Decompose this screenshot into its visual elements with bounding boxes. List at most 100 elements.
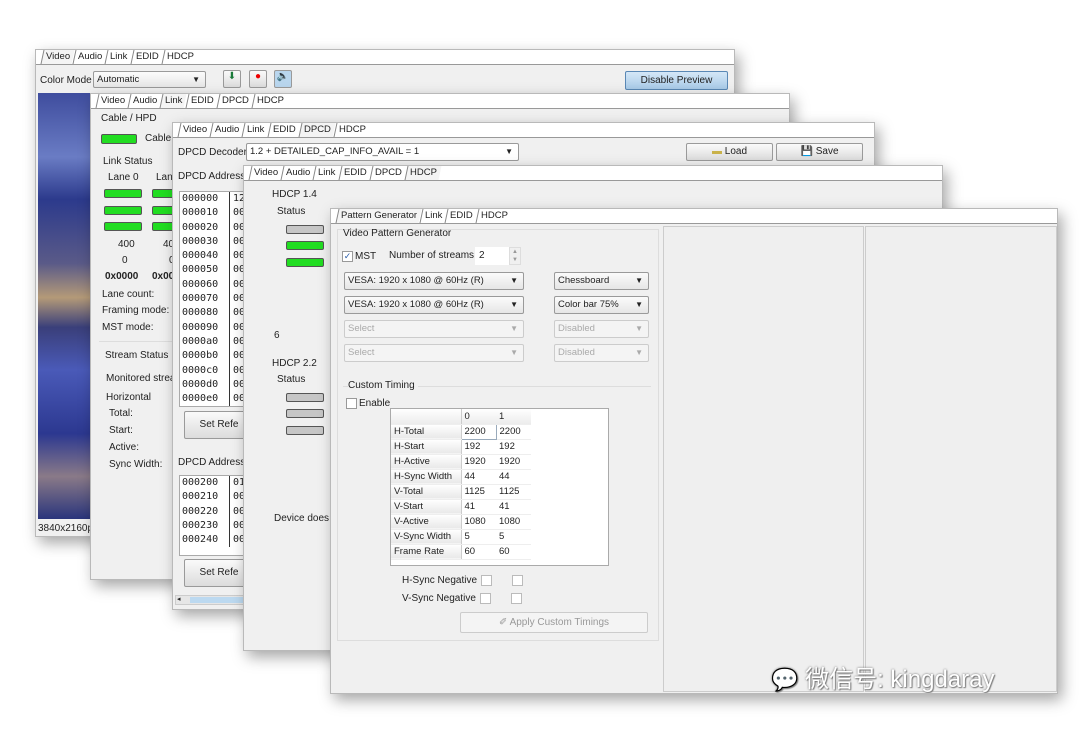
timing-cell[interactable]: 41 [461, 499, 496, 515]
disable-preview-button[interactable]: Disable Preview [625, 71, 728, 90]
num-streams-label: Number of streams [389, 250, 475, 261]
hex-address: 000020 [180, 220, 230, 235]
tab-edid[interactable]: EDID [185, 94, 219, 108]
timing-cell[interactable]: 1920 [496, 454, 531, 470]
tab-edid[interactable]: EDID [130, 50, 164, 64]
tab-pattern-generator[interactable]: Pattern Generator [335, 209, 422, 223]
tab-link[interactable]: Link [159, 94, 188, 108]
tab-dpcd[interactable]: DPCD [216, 94, 254, 108]
vsync-negative-checkbox-1[interactable] [511, 593, 522, 604]
tab-bar: Video Audio Link EDID DPCD HDCP [173, 123, 874, 138]
tab-audio[interactable]: Audio [127, 94, 162, 108]
pattern-select-2[interactable]: Color bar 75% ▼ [554, 296, 649, 314]
timing-cell[interactable]: 44 [461, 469, 496, 485]
timing-select-2[interactable]: VESA: 1920 x 1080 @ 60Hz (R) ▼ [344, 296, 524, 314]
hsync-negative-checkbox-0[interactable] [481, 575, 492, 586]
tab-link[interactable]: Link [312, 166, 341, 180]
custom-timing-table[interactable]: 0 1 H-Total 2200 2200 H-Start 192 192 H-Active 19… [390, 408, 609, 566]
tab-hdcp[interactable]: HDCP [251, 94, 288, 108]
tab-hdcp[interactable]: HDCP [333, 123, 370, 137]
timing-cell[interactable]: 1125 [496, 484, 531, 500]
tab-audio[interactable]: Audio [72, 50, 107, 64]
right-panel [865, 226, 1057, 692]
dpcd-decoder-value: 1.2 + DETAILED_CAP_INFO_AVAIL = 1 [250, 146, 420, 157]
wand-icon: ✐ [498, 617, 508, 628]
timing-cell[interactable]: 192 [496, 439, 531, 455]
tab-link[interactable]: Link [419, 209, 447, 223]
timing-select-4[interactable]: Select ▼ [344, 344, 524, 362]
tab-video[interactable]: Video [177, 123, 212, 137]
table-row: H-Sync Width 44 44 [391, 469, 531, 485]
download-button[interactable]: ⬇ [223, 70, 241, 88]
enable-checkbox[interactable] [346, 398, 357, 409]
save-button[interactable]: 💾 Save [776, 143, 863, 161]
tab-hdcp[interactable]: HDCP [404, 166, 441, 180]
timing-cell[interactable]: 44 [496, 469, 531, 485]
hex-address: 0000b0 [180, 349, 230, 364]
timing-value: VESA: 1920 x 1080 @ 60Hz (R) [348, 299, 484, 310]
horizontal-heading: Horizontal [106, 392, 152, 403]
color-mode-select[interactable]: Automatic ▼ [93, 71, 206, 88]
tab-dpcd[interactable]: DPCD [298, 123, 336, 137]
timing-cell[interactable]: 1920 [461, 454, 496, 470]
dpcd-decoder-select[interactable]: 1.2 + DETAILED_CAP_INFO_AVAIL = 1 ▼ [246, 143, 519, 161]
lane0-led [104, 189, 142, 198]
load-button[interactable]: ▬ Load [686, 143, 773, 161]
tab-hdcp[interactable]: HDCP [475, 209, 513, 223]
timing-cell[interactable]: 1125 [461, 484, 496, 500]
tab-video[interactable]: Video [95, 94, 130, 108]
timing-select-3[interactable]: Select ▼ [344, 320, 524, 338]
vsync-negative-checkbox-0[interactable] [480, 593, 491, 604]
hsync-negative-checkbox-1[interactable] [512, 575, 523, 586]
hex-address: 000090 [180, 320, 230, 335]
audio-button[interactable]: 🔈 [274, 70, 292, 88]
dpcd-decoder-label: DPCD Decoder [178, 147, 247, 158]
pattern-select-3[interactable]: Disabled ▼ [554, 320, 649, 338]
timing-cell[interactable]: 2200 [460, 423, 497, 440]
tab-hdcp[interactable]: HDCP [161, 50, 199, 64]
vpg-heading: Video Pattern Generator [343, 228, 452, 239]
timing-select-1[interactable]: VESA: 1920 x 1080 @ 60Hz (R) ▼ [344, 272, 524, 290]
hex-address: 000010 [180, 206, 230, 221]
timing-cell: 0 [461, 409, 496, 425]
timing-cell[interactable]: 5 [496, 529, 531, 545]
timing-cell[interactable]: 1080 [461, 514, 496, 530]
tab-video[interactable]: Video [248, 166, 283, 180]
pattern-value: Color bar 75% [558, 299, 619, 310]
timing-cell[interactable]: 5 [461, 529, 496, 545]
mst-checkbox[interactable]: ✓ [342, 251, 353, 262]
timing-cell[interactable]: 1080 [496, 514, 531, 530]
tab-edid[interactable]: EDID [338, 166, 372, 180]
tab-video[interactable]: Video [40, 50, 75, 64]
tab-audio[interactable]: Audio [280, 166, 315, 180]
record-button[interactable]: ● [249, 70, 267, 88]
apply-custom-timings-button[interactable]: ✐ Apply Custom Timings [460, 612, 648, 633]
timing-cell[interactable]: 60 [461, 544, 496, 560]
tab-link[interactable]: Link [241, 123, 270, 137]
tab-audio[interactable]: Audio [209, 123, 244, 137]
tab-link[interactable]: Link [104, 50, 133, 64]
pattern-select-1[interactable]: Chessboard ▼ [554, 272, 649, 290]
timing-cell[interactable]: 192 [461, 439, 496, 455]
timing-row-label: V-Start [391, 499, 462, 515]
pattern-value: Disabled [558, 323, 595, 334]
timing-cell[interactable]: 41 [496, 499, 531, 515]
link-status-heading: Link Status [103, 156, 153, 167]
monitored-stream-label: Monitored strea [106, 373, 176, 384]
timing-cell[interactable]: 2200 [496, 424, 531, 440]
apply-label: Apply Custom Timings [509, 617, 610, 628]
tab-bar: Video Audio Link EDID DPCD HDCP [244, 166, 942, 181]
cable-label: Cable [145, 133, 172, 144]
hex-address: 000050 [180, 263, 230, 278]
pattern-select-4[interactable]: Disabled ▼ [554, 344, 649, 362]
active-label: Active: [109, 442, 140, 453]
num-streams-spinner[interactable]: ▲ ▼ [509, 247, 521, 265]
mst-mode-label: MST mode: [102, 322, 154, 333]
watermark: 💬 微信号: kingdaray [771, 659, 994, 693]
timing-cell[interactable]: 60 [496, 544, 531, 560]
tab-edid[interactable]: EDID [444, 209, 478, 223]
num-streams-input[interactable]: 2 [475, 247, 509, 265]
tab-edid[interactable]: EDID [267, 123, 301, 137]
tab-dpcd[interactable]: DPCD [369, 166, 407, 180]
lane-count-label: Lane count: [102, 289, 155, 300]
